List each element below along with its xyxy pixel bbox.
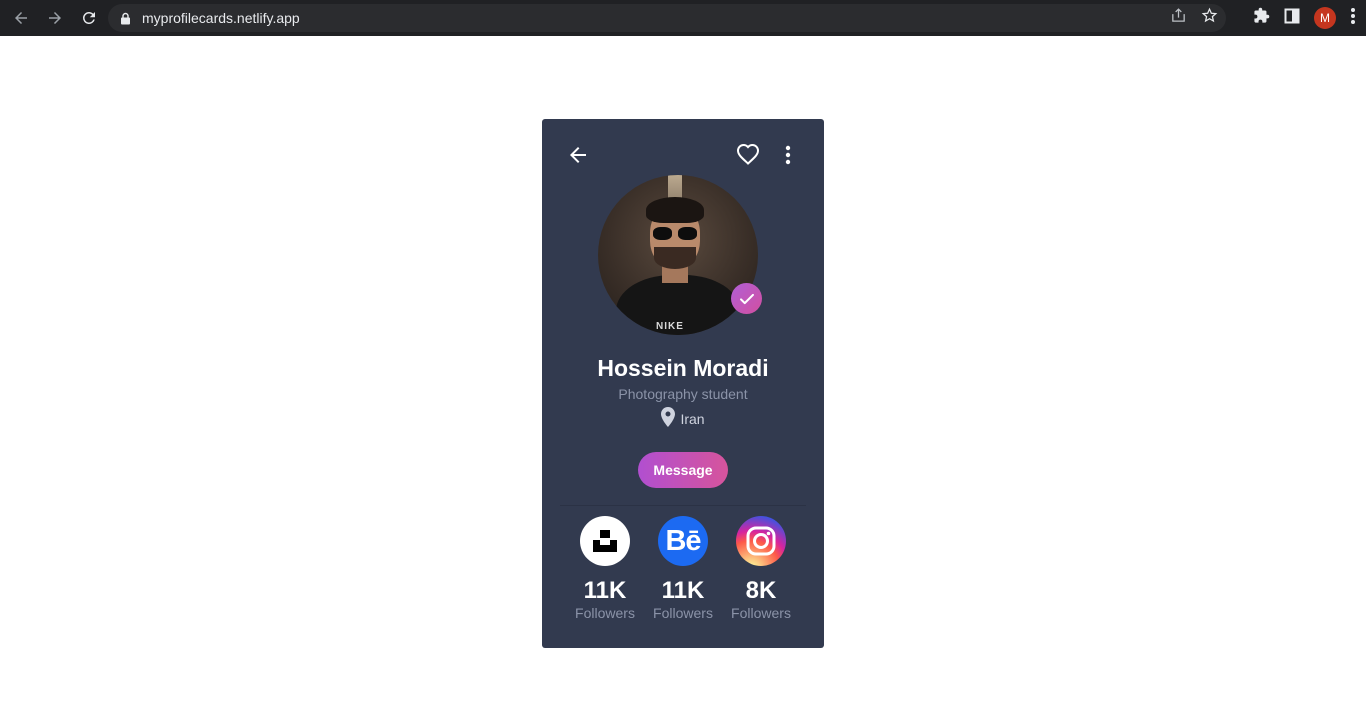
back-arrow-icon <box>15 12 27 24</box>
message-button[interactable]: Message <box>638 452 728 488</box>
back-button[interactable] <box>6 3 36 33</box>
side-panel-icon[interactable] <box>1284 8 1300 29</box>
lock-icon[interactable] <box>120 11 132 25</box>
heart-icon[interactable] <box>736 143 760 167</box>
follower-label: Followers <box>731 605 791 621</box>
reload-icon <box>82 11 95 24</box>
social-stats: 11K Followers Bē 11K Followers 8K Follow… <box>566 516 800 626</box>
follower-label: Followers <box>653 605 713 621</box>
social-item-behance[interactable]: Bē 11K Followers <box>644 516 722 626</box>
follower-label: Followers <box>575 605 635 621</box>
extensions-icon[interactable] <box>1253 7 1270 29</box>
location-pin-icon <box>661 406 676 432</box>
profile-name: Hossein Moradi <box>597 355 769 381</box>
reload-button[interactable] <box>74 3 104 33</box>
unsplash-icon[interactable] <box>580 516 630 566</box>
profile-role: Photography student <box>618 386 748 402</box>
shirt-logo-text: NIKE <box>656 321 684 332</box>
share-icon[interactable] <box>1170 7 1187 29</box>
instagram-icon[interactable] <box>736 516 786 566</box>
follower-count: 11K <box>661 577 705 604</box>
social-item-unsplash[interactable]: 11K Followers <box>566 516 644 626</box>
browser-toolbar: myprofilecards.netlify.app M <box>0 0 1366 36</box>
verified-badge-icon <box>731 283 762 314</box>
profile-avatar[interactable]: M <box>1314 7 1336 29</box>
star-icon[interactable] <box>1201 7 1218 29</box>
profile-photo: NIKE <box>598 175 758 335</box>
back-arrow-icon[interactable] <box>566 143 590 167</box>
behance-icon[interactable]: Bē <box>658 516 708 566</box>
profile-card: NIKE Hossein Moradi Photography student … <box>542 119 824 648</box>
more-options-icon[interactable] <box>779 143 797 167</box>
forward-arrow-icon <box>49 12 61 24</box>
address-bar[interactable]: myprofilecards.netlify.app <box>108 4 1226 32</box>
forward-button[interactable] <box>40 3 70 33</box>
kebab-menu-icon[interactable] <box>1350 7 1356 30</box>
divider <box>560 505 806 506</box>
social-item-instagram[interactable]: 8K Followers <box>722 516 800 626</box>
url-text[interactable]: myprofilecards.netlify.app <box>142 10 300 26</box>
follower-count: 11K <box>583 577 627 604</box>
location-text: Iran <box>680 411 705 427</box>
profile-location: Iran <box>542 406 824 432</box>
follower-count: 8K <box>745 577 777 604</box>
